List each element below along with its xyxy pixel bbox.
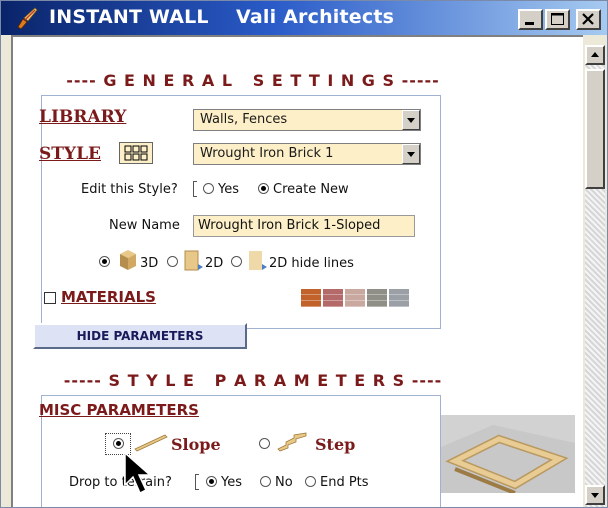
vertical-scrollbar[interactable]	[585, 45, 605, 507]
drop-yes-label: Yes	[221, 475, 242, 490]
drop-endpts-radio[interactable]	[305, 476, 316, 487]
company-name: Vali Architects	[236, 6, 395, 28]
slope-wall-icon	[134, 434, 168, 452]
minimize-icon	[525, 22, 534, 25]
chevron-down-icon	[407, 118, 415, 123]
paintbrush-app-icon	[17, 7, 38, 30]
new-name-field[interactable]: Wrought Iron Brick 1-Sloped	[193, 215, 415, 237]
scroll-up-button[interactable]	[585, 45, 605, 65]
slope-label: Slope	[171, 435, 221, 454]
slope-radio[interactable]	[113, 438, 124, 449]
edit-style-create-new-radio[interactable]	[258, 183, 269, 194]
maximize-icon	[551, 13, 564, 25]
library-dropdown-button[interactable]	[402, 110, 420, 130]
edit-style-yes-label: Yes	[218, 182, 239, 197]
view-3d-radio[interactable]	[99, 256, 110, 267]
arrow-up-icon	[591, 52, 599, 57]
library-label: LIBRARY	[39, 107, 127, 127]
style-label: STYLE	[39, 144, 101, 164]
swatch-pink-stone[interactable]	[345, 289, 365, 307]
minimize-button[interactable]	[518, 9, 543, 30]
swatch-red-brick[interactable]	[323, 289, 343, 307]
arrow-down-icon	[591, 493, 599, 498]
general-settings-header: ---- G E N E R A L S E T T I N G S -----	[66, 71, 440, 90]
step-label: Step	[315, 435, 356, 454]
wall-preview-image	[441, 425, 575, 495]
scrollbar-thumb[interactable]	[585, 69, 605, 189]
scroll-down-button[interactable]	[585, 485, 605, 505]
drop-yes-radio[interactable]	[206, 476, 217, 487]
window-title: INSTANT WALL Vali Architects	[49, 6, 394, 28]
style-dropdown[interactable]: Wrought Iron Brick 1	[193, 143, 421, 165]
drop-no-radio[interactable]	[260, 476, 271, 487]
materials-checkbox[interactable]	[44, 292, 56, 304]
bracket-divider	[193, 181, 197, 197]
plan-2d-hide-icon	[249, 251, 267, 270]
instant-wall-window: INSTANT WALL Vali Architects ---- G E N …	[0, 0, 608, 508]
style-parameters-header: ----- S T Y L E P A R A M E T E R S ----	[63, 371, 443, 390]
close-button[interactable]	[576, 9, 601, 30]
style-dropdown-button[interactable]	[402, 144, 420, 164]
dialog-content: ---- G E N E R A L S E T T I N G S -----…	[11, 35, 583, 507]
view-2d-label: 2D	[205, 256, 224, 271]
cube-3d-icon	[120, 250, 136, 270]
view-2d-hide-label: 2D hide lines	[269, 256, 354, 271]
new-name-label: New Name	[109, 218, 180, 233]
close-icon	[582, 13, 594, 25]
bracket-divider-2	[195, 474, 199, 490]
swatch-brick[interactable]	[301, 289, 321, 307]
swatch-steel[interactable]	[389, 289, 409, 307]
grid-icon	[124, 145, 148, 161]
edit-style-yes-radio[interactable]	[203, 183, 214, 194]
view-2d-radio[interactable]	[167, 256, 178, 267]
chevron-down-icon	[407, 152, 415, 157]
hide-parameters-button[interactable]: HIDE PARAMETERS	[33, 323, 247, 349]
style-value: Wrought Iron Brick 1	[200, 146, 334, 161]
maximize-button[interactable]	[545, 9, 570, 30]
material-swatches[interactable]	[301, 289, 409, 309]
mouse-cursor-icon	[124, 451, 152, 495]
title-bar[interactable]: INSTANT WALL Vali Architects	[1, 1, 607, 35]
swatch-gray-stone[interactable]	[367, 289, 387, 307]
edit-style-label: Edit this Style?	[81, 182, 178, 197]
create-new-label: Create New	[273, 182, 349, 197]
misc-parameters-label: MISC PARAMETERS	[39, 401, 199, 419]
materials-label: MATERIALS	[61, 288, 156, 306]
style-grid-button[interactable]	[119, 142, 153, 164]
step-radio[interactable]	[259, 438, 270, 449]
plan-2d-icon	[184, 250, 203, 271]
library-dropdown[interactable]: Walls, Fences	[193, 109, 421, 131]
title-gap	[209, 6, 236, 28]
library-value: Walls, Fences	[200, 112, 288, 127]
view-2d-hide-radio[interactable]	[231, 256, 242, 267]
drop-no-label: No	[275, 475, 293, 490]
app-name: INSTANT WALL	[49, 6, 209, 28]
view-3d-label: 3D	[140, 256, 159, 271]
wall-preview-thumbnail	[441, 415, 575, 495]
step-wall-icon	[277, 432, 307, 452]
drop-endpts-label: End Pts	[320, 475, 369, 490]
